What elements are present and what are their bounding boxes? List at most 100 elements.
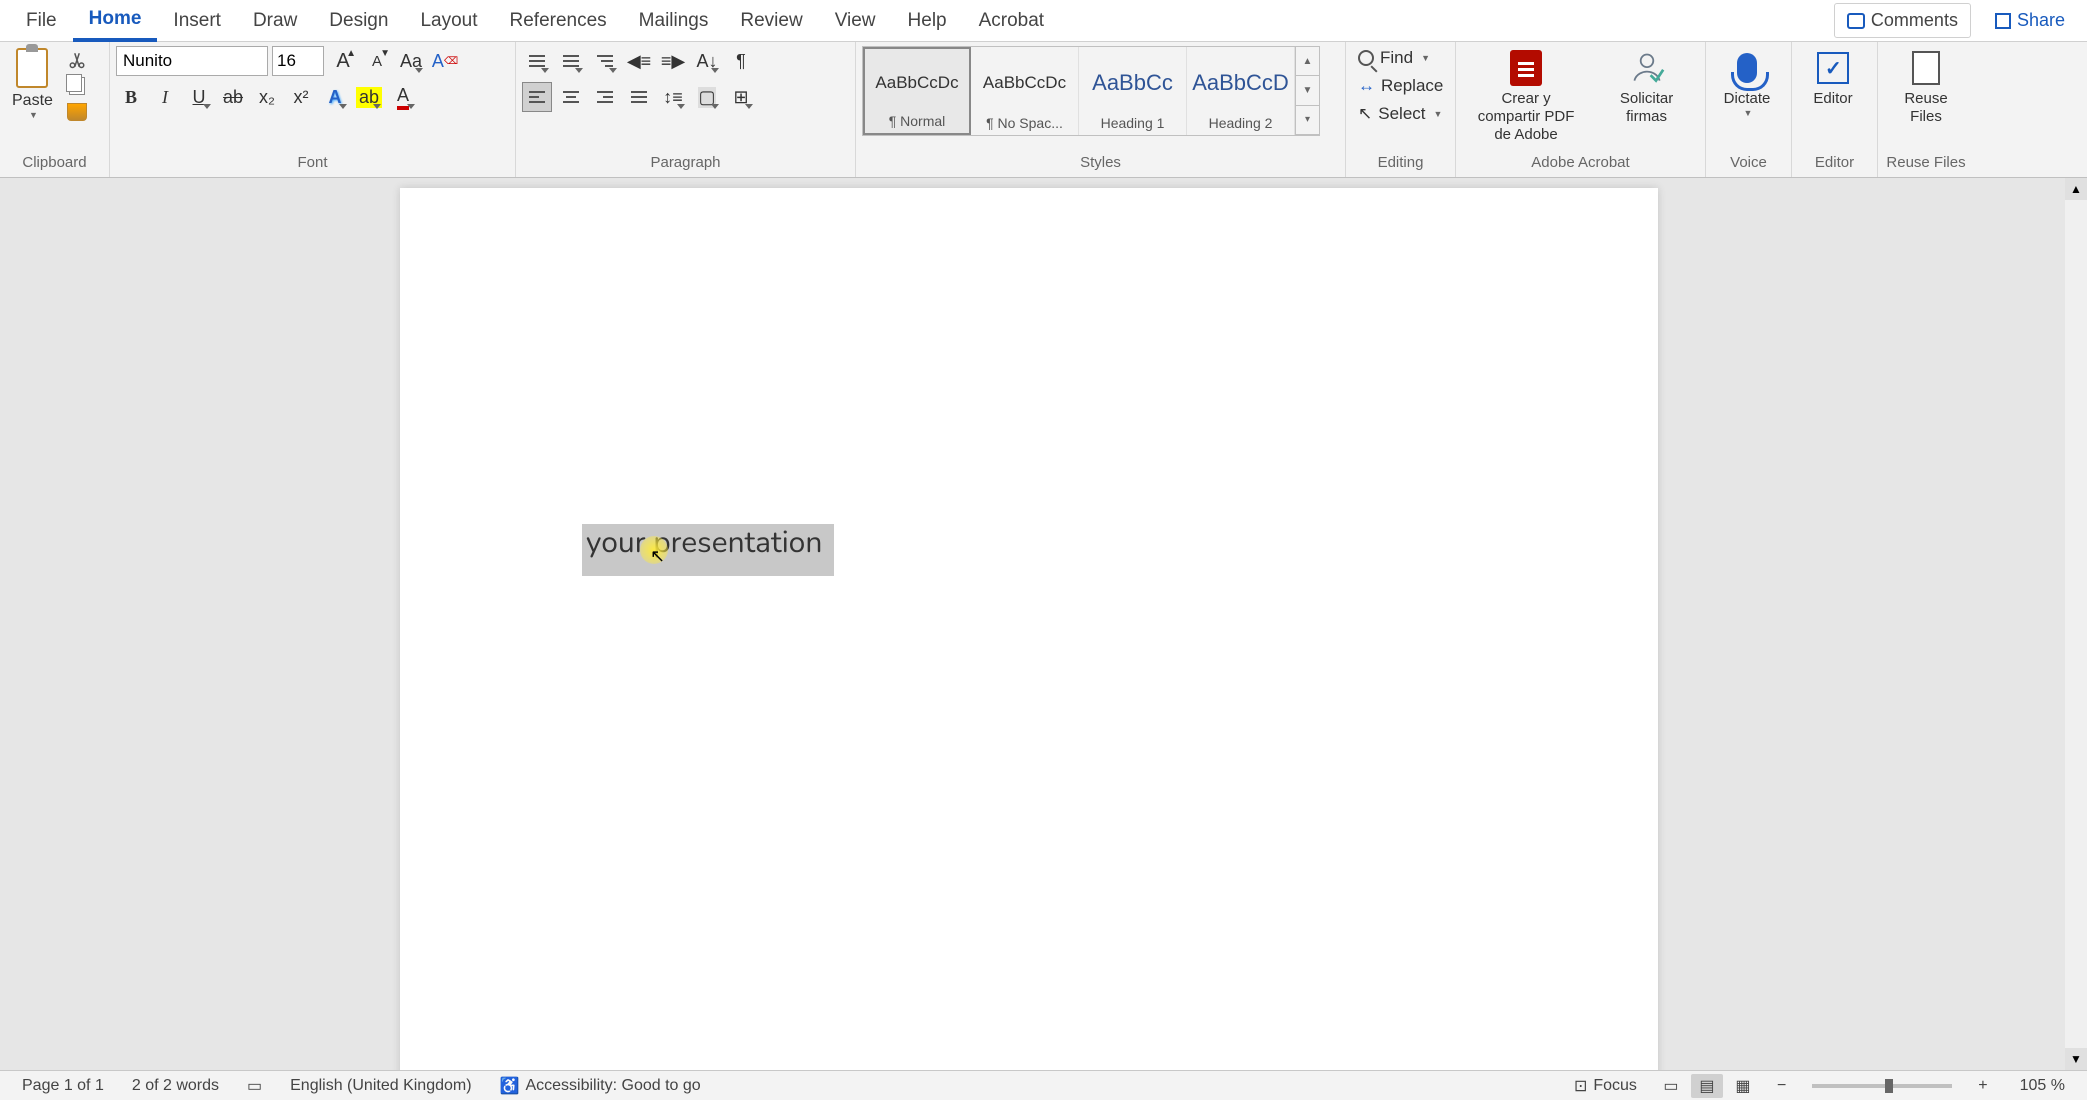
tab-acrobat[interactable]: Acrobat xyxy=(963,0,1060,42)
zoom-slider[interactable] xyxy=(1812,1084,1952,1088)
group-clipboard: Paste ▼ Clipboard xyxy=(0,42,110,177)
align-center-button[interactable] xyxy=(556,82,586,112)
dictate-button[interactable]: Dictate ▼ xyxy=(1712,46,1782,122)
superscript-button[interactable]: x² xyxy=(286,82,316,112)
tab-help[interactable]: Help xyxy=(892,0,963,42)
font-size-select[interactable] xyxy=(272,46,324,76)
editor-button[interactable]: Editor xyxy=(1798,46,1868,112)
tab-file[interactable]: File xyxy=(10,0,73,42)
align-right-button[interactable] xyxy=(590,82,620,112)
italic-button[interactable]: I xyxy=(150,82,180,112)
find-label: Find xyxy=(1380,48,1413,68)
styles-expand[interactable]: ▾ xyxy=(1296,106,1319,135)
increase-indent-button[interactable]: ≡▶ xyxy=(658,46,688,76)
group-styles: AaBbCcDc ¶ Normal AaBbCcDc ¶ No Spac... … xyxy=(856,42,1346,177)
scroll-down-button[interactable]: ▼ xyxy=(2065,1048,2087,1070)
web-layout-button[interactable]: ▦ xyxy=(1727,1074,1759,1098)
paste-button[interactable]: Paste ▼ xyxy=(6,46,59,122)
focus-mode-button[interactable]: ⊡ Focus xyxy=(1560,1076,1651,1096)
justify-button[interactable] xyxy=(624,82,654,112)
zoom-slider-thumb[interactable] xyxy=(1885,1079,1893,1093)
tab-mailings[interactable]: Mailings xyxy=(623,0,725,42)
bold-button[interactable]: B xyxy=(116,82,146,112)
copy-icon xyxy=(69,77,85,95)
group-label-reuse: Reuse Files xyxy=(1884,150,1968,175)
numbering-button[interactable] xyxy=(556,46,586,76)
highlight-button[interactable]: ab xyxy=(354,82,384,112)
tab-home[interactable]: Home xyxy=(73,0,158,42)
change-case-button[interactable]: Aa xyxy=(396,46,426,76)
create-pdf-button[interactable]: Crear y compartir PDF de Adobe xyxy=(1462,46,1590,148)
decrease-indent-button[interactable]: ◀≡ xyxy=(624,46,654,76)
replace-icon: ↔ xyxy=(1358,76,1375,96)
style-normal[interactable]: AaBbCcDc ¶ Normal xyxy=(863,47,971,135)
multilevel-list-button[interactable] xyxy=(590,46,620,76)
align-left-button[interactable] xyxy=(522,82,552,112)
underline-button[interactable]: U xyxy=(184,82,214,112)
clear-formatting-button[interactable]: A⌫ xyxy=(430,46,460,76)
search-icon xyxy=(1358,50,1374,66)
status-accessibility[interactable]: ♿ Accessibility: Good to go xyxy=(486,1076,715,1096)
shading-button[interactable]: ▢ xyxy=(692,82,722,112)
read-mode-button[interactable]: ▭ xyxy=(1655,1074,1687,1098)
styles-scroll-down[interactable]: ▼ xyxy=(1296,76,1319,105)
request-signatures-button[interactable]: Solicitar firmas xyxy=(1594,46,1699,130)
sort-button[interactable]: A↓ xyxy=(692,46,722,76)
styles-scroll-up[interactable]: ▲ xyxy=(1296,47,1319,76)
chevron-down-icon: ▼ xyxy=(29,110,38,120)
select-button[interactable]: ↖ Select ▼ xyxy=(1352,102,1449,126)
tab-review[interactable]: Review xyxy=(724,0,818,42)
line-spacing-button[interactable]: ↕≡ xyxy=(658,82,688,112)
comment-icon xyxy=(1847,13,1865,29)
share-button[interactable]: Share xyxy=(1983,4,2077,37)
replace-label: Replace xyxy=(1381,76,1443,96)
tab-design[interactable]: Design xyxy=(313,0,404,42)
tab-draw[interactable]: Draw xyxy=(237,0,313,42)
cut-button[interactable] xyxy=(63,48,91,72)
status-spellcheck[interactable]: ▭ xyxy=(233,1076,276,1096)
share-icon xyxy=(1995,13,2011,29)
group-editing: Find ▼ ↔ Replace ↖ Select ▼ Editing xyxy=(1346,42,1456,177)
vertical-scrollbar[interactable]: ▲ ▼ xyxy=(2065,178,2087,1070)
shrink-font-button[interactable]: A▼ xyxy=(362,46,392,76)
tab-layout[interactable]: Layout xyxy=(404,0,493,42)
style-heading1[interactable]: AaBbCc Heading 1 xyxy=(1079,47,1187,135)
chevron-down-icon: ▼ xyxy=(1434,109,1443,119)
request-signatures-label: Solicitar firmas xyxy=(1602,90,1691,126)
dictate-label: Dictate xyxy=(1724,90,1771,108)
tab-references[interactable]: References xyxy=(494,0,623,42)
group-label-adobe: Adobe Acrobat xyxy=(1462,150,1699,175)
find-button[interactable]: Find ▼ xyxy=(1352,46,1449,70)
borders-button[interactable]: ⊞ xyxy=(726,82,756,112)
zoom-out-button[interactable]: − xyxy=(1763,1077,1800,1095)
grow-font-button[interactable]: A▲ xyxy=(328,46,358,76)
font-color-button[interactable]: A xyxy=(388,82,418,112)
zoom-in-button[interactable]: + xyxy=(1964,1077,2001,1095)
status-words[interactable]: 2 of 2 words xyxy=(118,1077,233,1095)
print-layout-button[interactable]: ▤ xyxy=(1691,1074,1723,1098)
zoom-level[interactable]: 105 % xyxy=(2006,1077,2079,1095)
subscript-button[interactable]: x₂ xyxy=(252,82,282,112)
scroll-up-button[interactable]: ▲ xyxy=(2065,178,2087,200)
strikethrough-button[interactable]: ab xyxy=(218,82,248,112)
status-language[interactable]: English (United Kingdom) xyxy=(276,1077,485,1095)
format-painter-button[interactable] xyxy=(63,100,91,124)
status-page[interactable]: Page 1 of 1 xyxy=(8,1077,118,1095)
copy-button[interactable] xyxy=(63,74,91,98)
bullets-button[interactable] xyxy=(522,46,552,76)
style-no-spacing[interactable]: AaBbCcDc ¶ No Spac... xyxy=(971,47,1079,135)
document-page[interactable] xyxy=(400,188,1658,1070)
group-reuse: Reuse Files Reuse Files xyxy=(1878,42,1974,177)
selected-text[interactable]: your presentation xyxy=(582,524,834,576)
tab-view[interactable]: View xyxy=(819,0,892,42)
font-name-select[interactable] xyxy=(116,46,268,76)
replace-button[interactable]: ↔ Replace xyxy=(1352,74,1449,98)
reuse-files-button[interactable]: Reuse Files xyxy=(1884,46,1968,130)
show-hide-marks-button[interactable]: ¶ xyxy=(726,46,756,76)
comments-button[interactable]: Comments xyxy=(1834,3,1971,38)
tab-insert[interactable]: Insert xyxy=(157,0,237,42)
accessibility-icon: ♿ xyxy=(500,1076,520,1096)
style-heading2[interactable]: AaBbCcD Heading 2 xyxy=(1187,47,1295,135)
comments-label: Comments xyxy=(1871,10,1958,31)
text-effects-button[interactable]: A xyxy=(320,82,350,112)
